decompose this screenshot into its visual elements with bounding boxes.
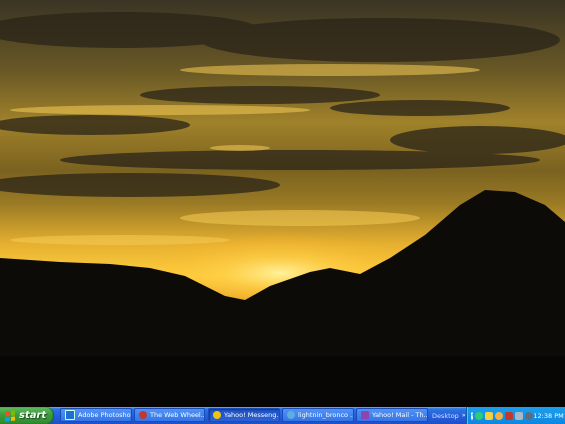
speaker-icon[interactable]	[515, 411, 524, 420]
taskbar-button-label: lightnin_bronco ...	[298, 411, 353, 419]
ie-icon	[287, 411, 295, 419]
taskbar-button-label: Adobe Photoshop	[78, 411, 131, 419]
taskbar-button-web-wheel[interactable]: The Web Wheel...	[134, 408, 205, 422]
network-icon[interactable]	[475, 411, 484, 420]
taskbar-button-photoshop[interactable]: Adobe Photoshop	[60, 408, 132, 422]
clock[interactable]: 12:38 PM	[533, 412, 563, 420]
taskbar-button-label: Yahoo! Mail - Th...	[372, 411, 427, 419]
show-hidden-icons-chevron-icon[interactable]: ‹	[471, 411, 474, 420]
windows-logo-icon	[5, 409, 15, 422]
security-icon[interactable]	[525, 411, 534, 420]
start-label: start	[19, 410, 47, 421]
taskbar-button-lightnin-bronco[interactable]: lightnin_bronco ...	[282, 408, 354, 422]
messenger-icon	[213, 411, 221, 419]
taskbar-button-yahoo-mail[interactable]: Yahoo! Mail - Th...	[356, 408, 428, 422]
desktop-toolbar-label: Desktop	[432, 411, 459, 420]
taskbar: start Adobe Photoshop The Web Wheel... Y…	[0, 407, 565, 424]
taskbar-button-label: The Web Wheel...	[150, 411, 204, 419]
sunset-wallpaper	[0, 0, 565, 407]
web-wheel-icon	[139, 411, 147, 419]
system-tray: ‹ 12:38 PM	[466, 407, 565, 424]
desktop-toolbar[interactable]: Desktop »	[432, 407, 465, 424]
start-button[interactable]: start	[0, 407, 54, 424]
yahoo-mail-icon	[361, 411, 369, 419]
folder-icon[interactable]	[485, 411, 494, 420]
chevron-right-icon[interactable]: »	[462, 412, 466, 419]
smiley-icon[interactable]	[495, 411, 504, 420]
antivirus-icon[interactable]	[505, 411, 514, 420]
photoshop-icon	[65, 410, 75, 420]
taskbar-button-yahoo-messenger[interactable]: Yahoo! Messeng...	[208, 408, 280, 422]
desktop	[0, 0, 565, 407]
taskbar-button-label: Yahoo! Messeng...	[224, 411, 279, 419]
